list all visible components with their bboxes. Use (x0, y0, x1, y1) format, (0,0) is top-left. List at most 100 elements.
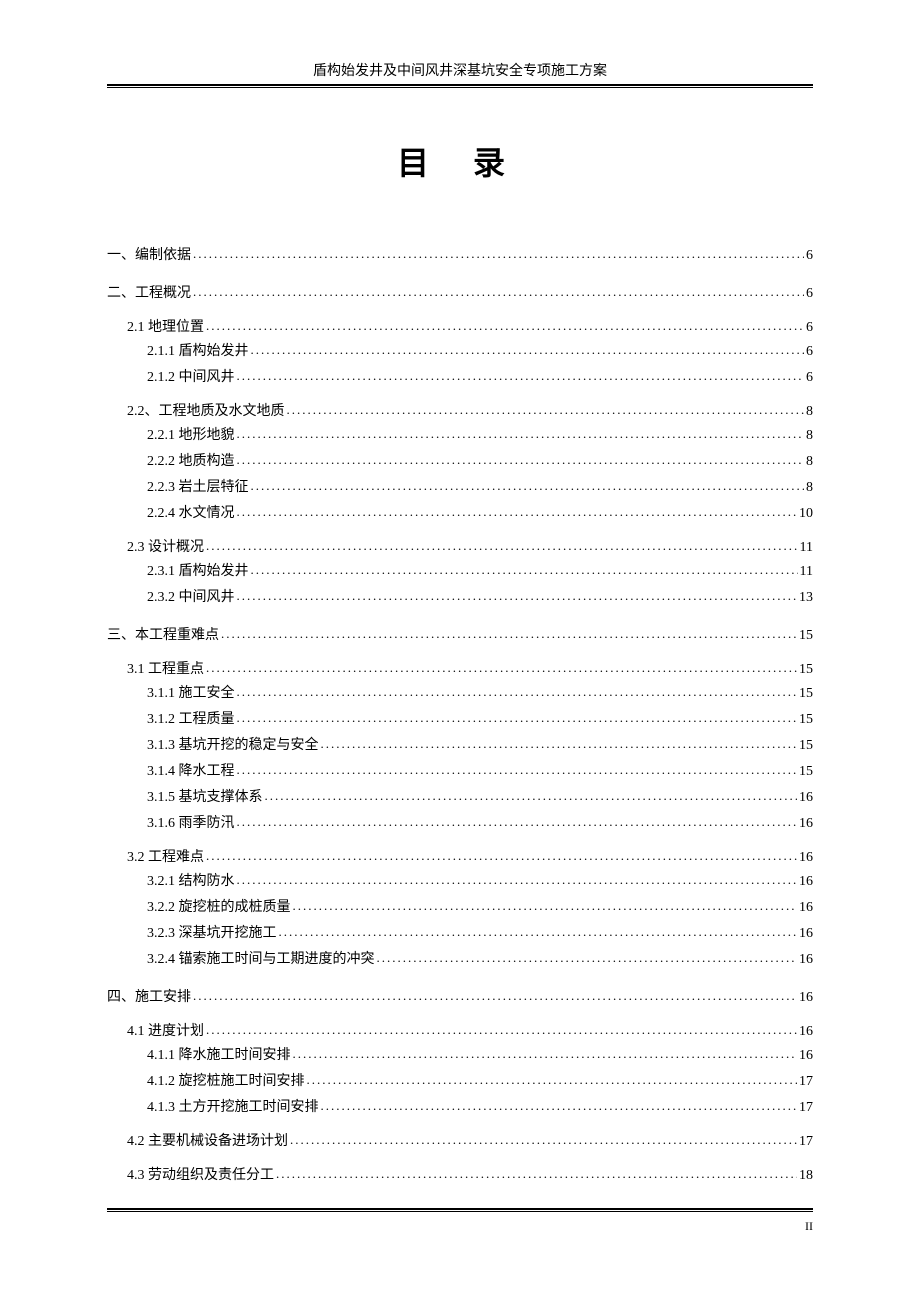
toc-entry: 3.2.3 深基坑开挖施工16 (107, 922, 813, 942)
toc-entry: 2.3.1 盾构始发井11 (107, 560, 813, 580)
toc-entry-page: 17 (799, 1100, 813, 1116)
toc-entry-page: 15 (799, 662, 813, 678)
toc-dots (237, 814, 798, 830)
toc-title: 目 录 (107, 138, 813, 184)
toc-entry-page: 16 (799, 900, 813, 916)
toc-entry-text: 2.3 设计概况 (127, 536, 204, 556)
toc-entry-text: 3.1 工程重点 (127, 658, 204, 678)
toc-dots (279, 924, 798, 940)
toc-dots (293, 1046, 798, 1062)
toc-entry-text: 三、本工程重难点 (107, 624, 219, 644)
toc-entry-page: 15 (799, 686, 813, 702)
toc-dots (251, 562, 798, 578)
toc-dots (237, 504, 798, 520)
toc-entry-text: 3.2.2 旋挖桩的成桩质量 (147, 896, 291, 916)
toc-entry-text: 3.2.4 锚索施工时间与工期进度的冲突 (147, 948, 375, 968)
toc-entry: 3.1.4 降水工程15 (107, 760, 813, 780)
toc-dots (193, 988, 797, 1004)
toc-dots (237, 452, 805, 468)
toc-entry-page: 11 (800, 540, 813, 556)
toc-entry-text: 3.1.4 降水工程 (147, 760, 235, 780)
toc-entry: 3.2 工程难点16 (107, 846, 813, 866)
toc-entry-text: 4.2 主要机械设备进场计划 (127, 1130, 288, 1150)
toc-entry-text: 3.1.6 雨季防汛 (147, 812, 235, 832)
toc-entry: 4.1 进度计划16 (107, 1020, 813, 1040)
toc-entry-page: 6 (806, 248, 813, 264)
toc-entry: 3.2.4 锚索施工时间与工期进度的冲突16 (107, 948, 813, 968)
toc-entry-page: 8 (806, 404, 813, 420)
toc-entry-text: 4.1.3 土方开挖施工时间安排 (147, 1096, 319, 1116)
toc-entry-page: 15 (799, 628, 813, 644)
toc-dots (237, 684, 798, 700)
footer-divider (107, 1208, 813, 1212)
toc-dots (237, 710, 798, 726)
toc-entry-page: 17 (799, 1134, 813, 1150)
toc-entry: 一、编制依据 6 (107, 244, 813, 264)
toc-entry-page: 13 (799, 590, 813, 606)
toc-entry: 3.1.2 工程质量 15 (107, 708, 813, 728)
toc-entry-page: 16 (799, 790, 813, 806)
toc-entry: 2.1.1 盾构始发井 6 (107, 340, 813, 360)
toc-dots (193, 246, 804, 262)
toc-entry-page: 11 (800, 564, 813, 580)
toc-entry-page: 16 (799, 1048, 813, 1064)
toc-entry: 3.2.2 旋挖桩的成桩质量 16 (107, 896, 813, 916)
toc-dots (293, 898, 798, 914)
toc-entry-text: 3.2.1 结构防水 (147, 870, 235, 890)
toc-entry-text: 3.2.3 深基坑开挖施工 (147, 922, 277, 942)
toc-entry-text: 4.1.1 降水施工时间安排 (147, 1044, 291, 1064)
toc-entry-page: 16 (799, 990, 813, 1006)
toc-dots (251, 478, 805, 494)
toc-dots (221, 626, 797, 642)
toc-dots (206, 1022, 797, 1038)
toc-entry: 3.1.6 雨季防汛16 (107, 812, 813, 832)
toc-entry-page: 6 (806, 344, 813, 360)
toc-entry-page: 6 (806, 370, 813, 386)
toc-entry: 3.1 工程重点 15 (107, 658, 813, 678)
toc-entry: 2.3 设计概况 11 (107, 536, 813, 556)
toc-dots (237, 872, 798, 888)
toc-entry-page: 17 (799, 1074, 813, 1090)
toc-entry-page: 6 (806, 286, 813, 302)
toc-entry-text: 2.2、工程地质及水文地质 (127, 400, 285, 420)
toc-dots (276, 1166, 797, 1182)
toc-entry-text: 3.1.2 工程质量 (147, 708, 235, 728)
toc-entry-text: 2.1 地理位置 (127, 316, 204, 336)
toc-entry-text: 2.1.1 盾构始发井 (147, 340, 249, 360)
toc-dots (206, 318, 804, 334)
toc-entry-text: 2.1.2 中间风井 (147, 366, 235, 386)
toc-dots (287, 402, 805, 418)
page-number: II (805, 1219, 813, 1234)
toc-entry-page: 15 (799, 712, 813, 728)
toc-entry: 3.1.1 施工安全 15 (107, 682, 813, 702)
toc-entry-page: 16 (799, 874, 813, 890)
toc-entry: 4.1.3 土方开挖施工时间安排 17 (107, 1096, 813, 1116)
toc-dots (321, 736, 798, 752)
toc-entry: 2.2.2 地质构造8 (107, 450, 813, 470)
toc-entry: 3.1.3 基坑开挖的稳定与安全 15 (107, 734, 813, 754)
toc-entry-text: 一、编制依据 (107, 244, 191, 264)
toc-entry-page: 15 (799, 738, 813, 754)
toc-dots (237, 426, 805, 442)
toc-dots (206, 660, 797, 676)
toc-entry: 4.1.1 降水施工时间安排 16 (107, 1044, 813, 1064)
toc-entry-text: 4.3 劳动组织及责任分工 (127, 1164, 274, 1184)
toc-entry: 2.1 地理位置6 (107, 316, 813, 336)
header-divider (107, 84, 813, 88)
toc-entry: 2.2.1 地形地貌8 (107, 424, 813, 444)
toc-entry: 3.2.1 结构防水 16 (107, 870, 813, 890)
toc-entry-text: 3.2 工程难点 (127, 846, 204, 866)
toc-dots (265, 788, 798, 804)
toc-entry-text: 2.2.4 水文情况 (147, 502, 235, 522)
table-of-contents: 一、编制依据6二、工程概况62.1 地理位置62.1.1 盾构始发井62.1.2… (107, 244, 813, 1184)
toc-entry: 4.2 主要机械设备进场计划 17 (107, 1130, 813, 1150)
toc-dots (237, 762, 798, 778)
toc-entry-text: 3.1.3 基坑开挖的稳定与安全 (147, 734, 319, 754)
toc-entry-text: 3.1.1 施工安全 (147, 682, 235, 702)
toc-entry: 三、本工程重难点 15 (107, 624, 813, 644)
toc-entry-text: 二、工程概况 (107, 282, 191, 302)
toc-entry-text: 3.1.5 基坑支撑体系 (147, 786, 263, 806)
toc-entry-text: 四、施工安排 (107, 986, 191, 1006)
toc-dots (321, 1098, 798, 1114)
toc-entry: 3.1.5 基坑支撑体系 16 (107, 786, 813, 806)
